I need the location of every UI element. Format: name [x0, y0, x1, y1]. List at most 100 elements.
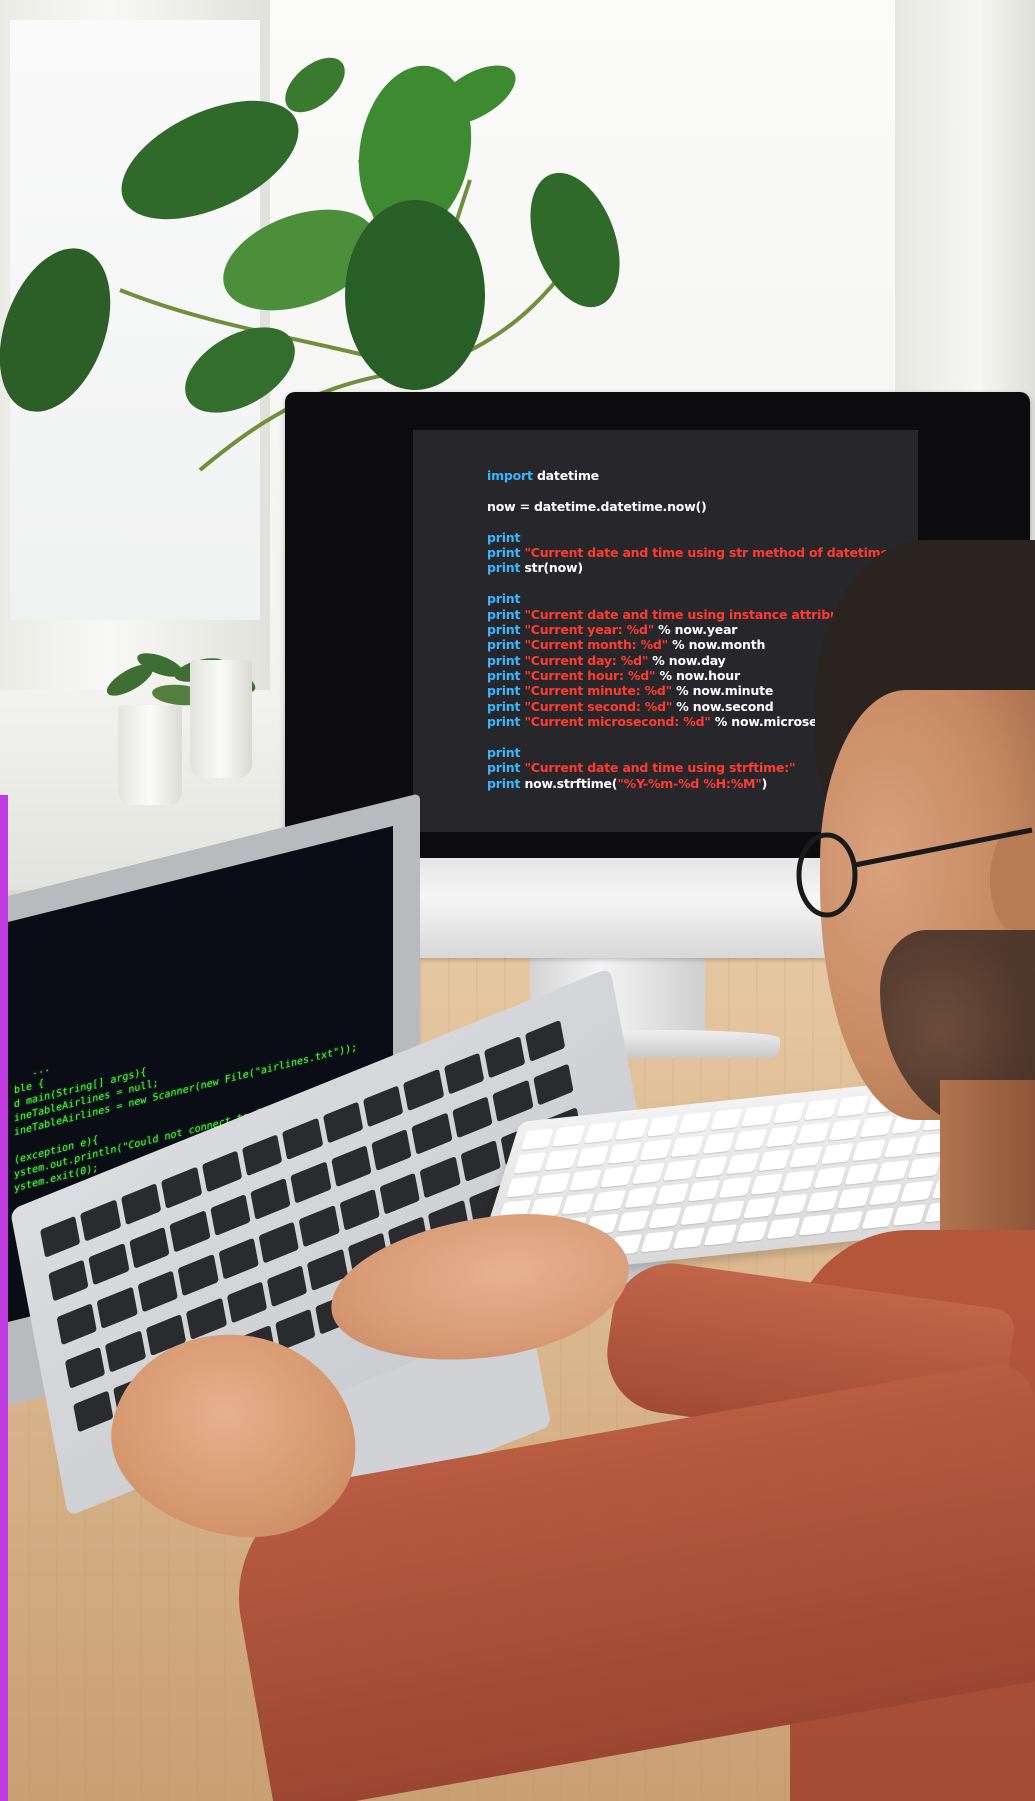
keyboard-key	[820, 1142, 854, 1165]
code-token: print	[487, 668, 525, 684]
code-token: "Current minute: %d"	[524, 683, 672, 699]
code-line: now = datetime.datetime.now()	[487, 499, 917, 514]
laptop-key	[96, 1286, 138, 1329]
laptop-key	[129, 1226, 170, 1269]
keyboard-key	[718, 1176, 753, 1199]
keyboard-key	[670, 1135, 705, 1158]
keyboard-key	[616, 1210, 651, 1232]
laptop-key	[492, 1079, 534, 1123]
keyboard-key	[607, 1142, 642, 1164]
code-token: print	[487, 745, 521, 761]
keyboard-key	[561, 1193, 595, 1215]
code-token: "Current hour: %d"	[524, 668, 656, 684]
code-token: print	[487, 652, 525, 668]
keyboard-key	[796, 1122, 830, 1144]
code-token: "Current microsecond: %d"	[524, 714, 711, 730]
keyboard-key	[600, 1166, 634, 1188]
code-token: print	[487, 621, 525, 637]
keyboard-key	[892, 1204, 926, 1226]
code-token: % now.minute	[671, 683, 774, 699]
code-token: % now.year	[654, 621, 738, 637]
keyboard-key	[687, 1179, 721, 1202]
code-token: % now.month	[667, 637, 766, 653]
keyboard-key	[772, 1101, 806, 1124]
keyboard-key	[672, 1227, 706, 1249]
laptop-key	[258, 1221, 300, 1264]
laptop-key	[532, 1063, 574, 1106]
keyboard-key	[703, 1224, 738, 1246]
keyboard-key	[907, 1156, 941, 1179]
keyboard-key	[774, 1193, 808, 1216]
laptop-key	[371, 1128, 413, 1171]
keyboard-key	[741, 1105, 775, 1127]
keyboard-key	[804, 1098, 838, 1121]
laptop-key	[218, 1237, 259, 1280]
keyboard-key	[876, 1160, 910, 1182]
keyboard-key	[537, 1172, 571, 1195]
code-token: "%Y-%m-%d %H:%M"	[617, 775, 762, 791]
code-token: now = datetime.datetime.now()	[487, 498, 707, 514]
keyboard-key	[592, 1189, 627, 1212]
code-token: print	[487, 591, 521, 607]
keyboard-key	[694, 1156, 729, 1178]
code-token: "Current day: %d"	[524, 652, 649, 668]
code-line: import datetime	[487, 468, 917, 483]
laptop-key	[169, 1210, 211, 1253]
keyboard-key	[735, 1220, 769, 1243]
code-token: print	[487, 698, 525, 714]
laptop-key	[88, 1243, 130, 1286]
code-token: print	[487, 775, 525, 791]
keyboard-key	[765, 1125, 799, 1148]
laptop-key	[250, 1177, 291, 1220]
code-token: "Current month: %d"	[524, 637, 668, 653]
keyboard-key	[742, 1197, 777, 1219]
code-token: % now.second	[672, 698, 774, 714]
laptop-key	[48, 1259, 89, 1302]
plant-pot	[118, 705, 182, 805]
keyboard-key	[750, 1173, 784, 1195]
code-token: datetime	[536, 468, 599, 483]
laptop-key	[460, 1139, 502, 1183]
laptop-key	[105, 1330, 146, 1373]
keyboard-key	[829, 1210, 863, 1233]
laptop-key	[64, 1346, 106, 1389]
code-token: % now.day	[648, 652, 726, 668]
keyboard-key	[711, 1200, 745, 1222]
code-token: print	[487, 560, 525, 576]
code-token: )	[761, 775, 768, 791]
code-token: "Current second: %d"	[524, 698, 673, 714]
laptop-key	[186, 1297, 227, 1340]
accent-edge-bar	[0, 795, 8, 1801]
keyboard-key	[726, 1152, 760, 1175]
plant-pot	[190, 660, 252, 778]
eyeglasses	[796, 827, 1033, 918]
keyboard-key	[861, 1207, 895, 1230]
keyboard-key	[583, 1121, 618, 1144]
keyboard-key	[678, 1111, 712, 1134]
code-token: import	[487, 468, 537, 483]
keyboard-key	[544, 1148, 579, 1171]
code-token: now.strftime(	[524, 775, 618, 791]
code-token: print	[487, 637, 525, 653]
keyboard-key	[852, 1139, 886, 1162]
keyboard-key	[648, 1207, 682, 1229]
laptop-key	[379, 1172, 421, 1215]
code-token: print	[487, 529, 521, 545]
laptop-key	[339, 1188, 380, 1231]
code-token: print	[487, 714, 525, 730]
keyboard-key	[552, 1125, 586, 1147]
keyboard-key	[798, 1214, 832, 1236]
keyboard-key	[757, 1149, 791, 1172]
code-line: print "Current date and time using str m…	[487, 545, 947, 560]
laptop-key	[290, 1161, 332, 1204]
laptop-key	[73, 1390, 114, 1433]
keyboard-key	[702, 1132, 736, 1154]
keyboard-key	[900, 1180, 934, 1203]
keyboard-key	[781, 1169, 815, 1192]
keyboard-key	[520, 1128, 555, 1150]
keyboard-key	[505, 1175, 540, 1198]
laptop-key	[209, 1194, 251, 1237]
laptop-key	[56, 1303, 98, 1346]
photo-scene: import datetime now = datetime.datetime.n…	[0, 0, 1035, 1801]
keyboard-key	[844, 1163, 878, 1185]
